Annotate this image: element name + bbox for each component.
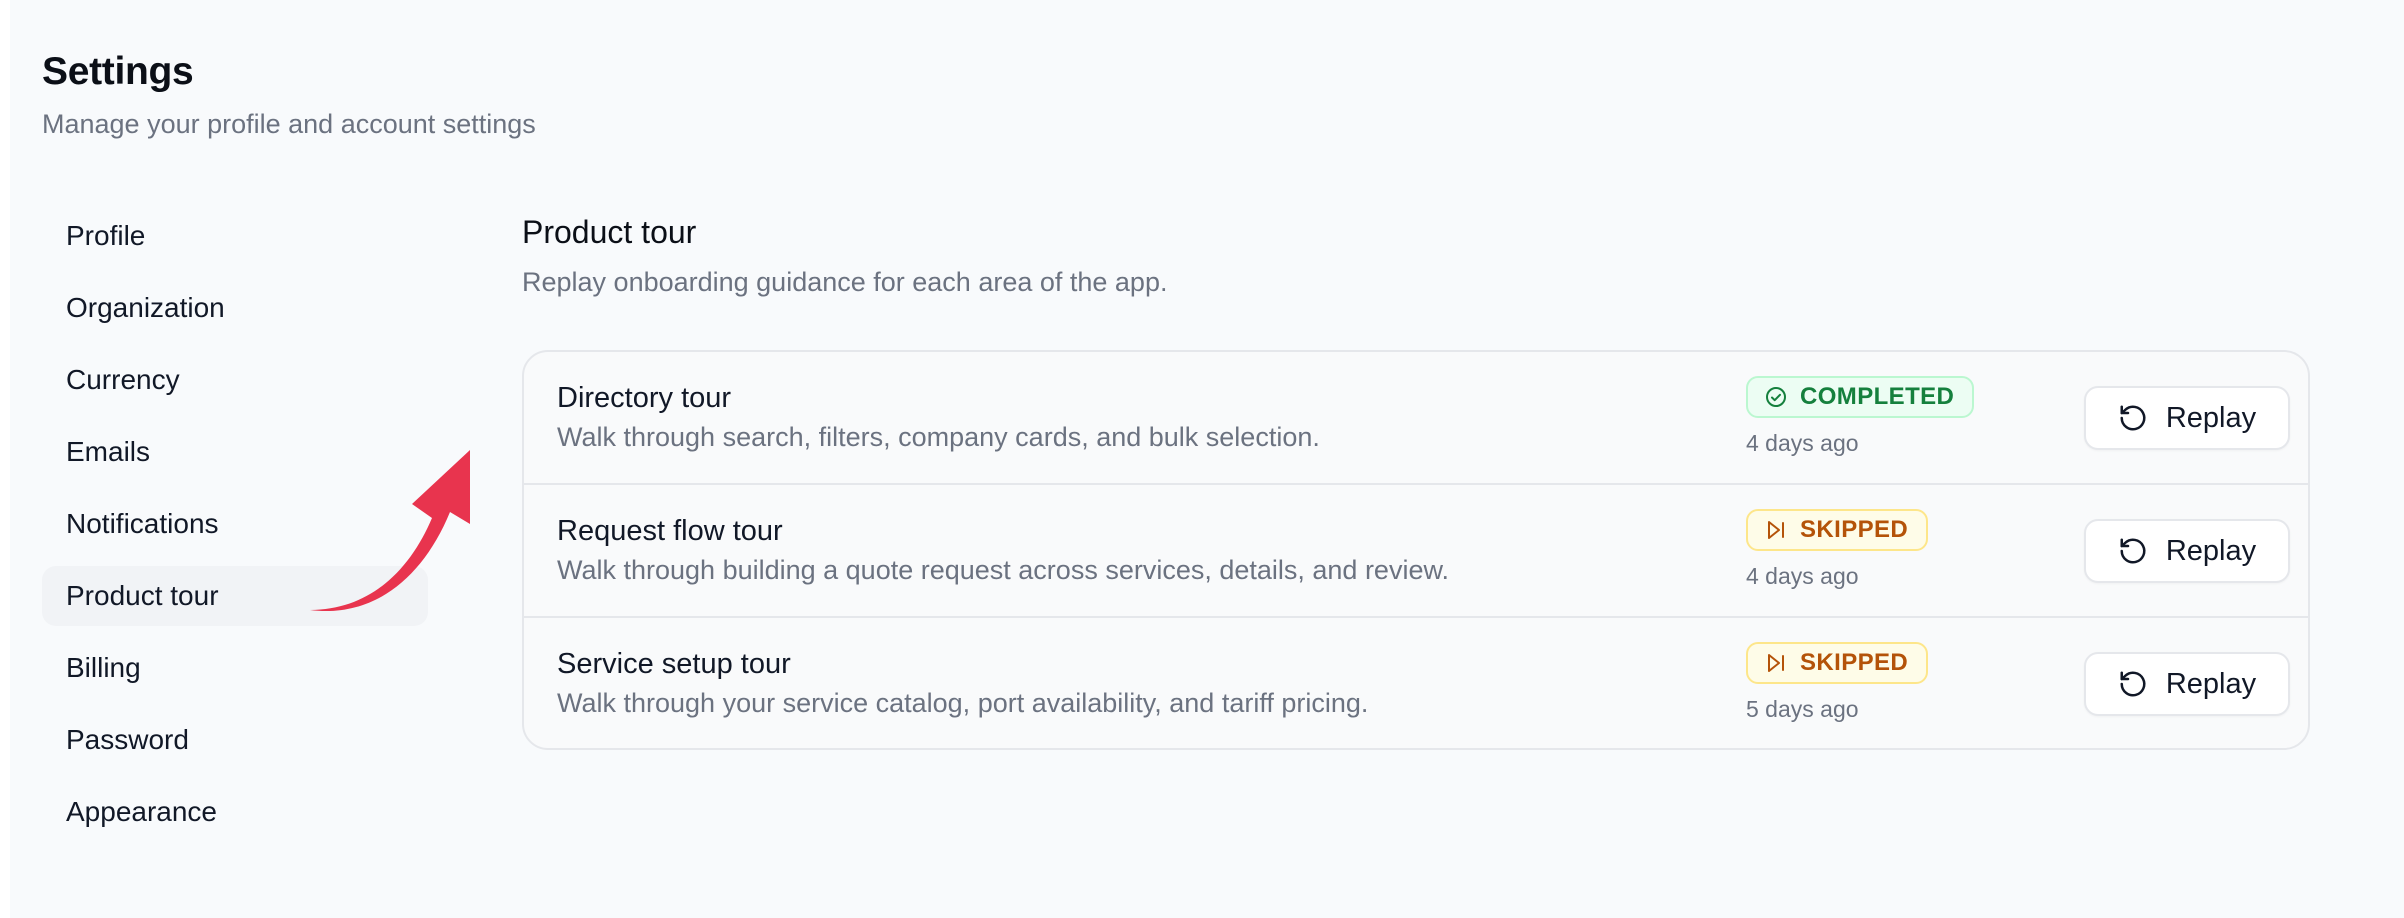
sidebar-item-label: Currency <box>66 364 180 395</box>
sidebar-item-organization[interactable]: Organization <box>42 278 428 338</box>
sidebar-item-currency[interactable]: Currency <box>42 350 428 410</box>
rotate-ccw-icon <box>2118 403 2148 433</box>
tour-title: Directory tour <box>557 382 732 414</box>
status-badge: SKIPPED <box>1746 642 1929 684</box>
tour-time: 5 days ago <box>1746 696 1859 722</box>
sidebar-item-password[interactable]: Password <box>42 710 428 770</box>
tours-card: Directory tour Walk through search, filt… <box>522 350 2310 750</box>
sidebar-item-label: Notifications <box>66 508 219 539</box>
sidebar-item-label: Appearance <box>66 796 218 827</box>
sidebar-item-label: Organization <box>66 292 225 323</box>
sidebar-item-label: Password <box>66 724 189 755</box>
tour-row-directory: Directory tour Walk through search, filt… <box>524 352 2308 485</box>
status-text: COMPLETED <box>1800 383 1955 410</box>
tour-time: 4 days ago <box>1746 563 1859 589</box>
sidebar-item-billing[interactable]: Billing <box>42 638 428 698</box>
tour-description: Walk through building a quote request ac… <box>557 555 1449 585</box>
sidebar-item-label: Profile <box>66 220 146 251</box>
sidebar-item-label: Product tour <box>66 580 219 611</box>
section-subtitle: Replay onboarding guidance for each area… <box>522 267 1168 297</box>
check-circle-icon <box>1764 385 1788 409</box>
rotate-ccw-icon <box>2118 669 2148 699</box>
tour-title: Request flow tour <box>557 515 783 547</box>
page-title: Settings <box>42 50 194 93</box>
skip-forward-icon <box>1764 651 1788 675</box>
sidebar-item-label: Billing <box>66 652 141 683</box>
status-text: SKIPPED <box>1800 649 1909 676</box>
replay-button[interactable]: Replay <box>2084 519 2290 583</box>
tour-description: Walk through your service catalog, port … <box>557 688 1369 718</box>
replay-label: Replay <box>2165 401 2257 434</box>
section-title: Product tour <box>522 214 697 250</box>
rotate-ccw-icon <box>2118 536 2148 566</box>
tour-row-service-setup: Service setup tour Walk through your ser… <box>524 618 2308 748</box>
replay-button[interactable]: Replay <box>2084 386 2290 450</box>
page-subtitle: Manage your profile and account settings <box>42 109 536 139</box>
tour-description: Walk through search, filters, company ca… <box>557 422 1320 452</box>
skip-forward-icon <box>1764 518 1788 542</box>
replay-button[interactable]: Replay <box>2084 652 2290 716</box>
replay-label: Replay <box>2165 667 2257 700</box>
status-text: SKIPPED <box>1800 516 1909 543</box>
settings-page: Settings Manage your profile and account… <box>10 0 2404 918</box>
tour-row-request-flow: Request flow tour Walk through building … <box>524 485 2308 618</box>
status-badge: COMPLETED <box>1746 376 1975 418</box>
replay-label: Replay <box>2165 534 2257 567</box>
tour-title: Service setup tour <box>557 648 791 680</box>
sidebar-item-label: Emails <box>66 436 151 467</box>
tour-time: 4 days ago <box>1746 430 1859 456</box>
sidebar-item-appearance[interactable]: Appearance <box>42 782 428 842</box>
status-badge: SKIPPED <box>1746 509 1929 551</box>
annotation-arrow-icon <box>310 450 470 612</box>
sidebar-item-profile[interactable]: Profile <box>42 206 428 266</box>
